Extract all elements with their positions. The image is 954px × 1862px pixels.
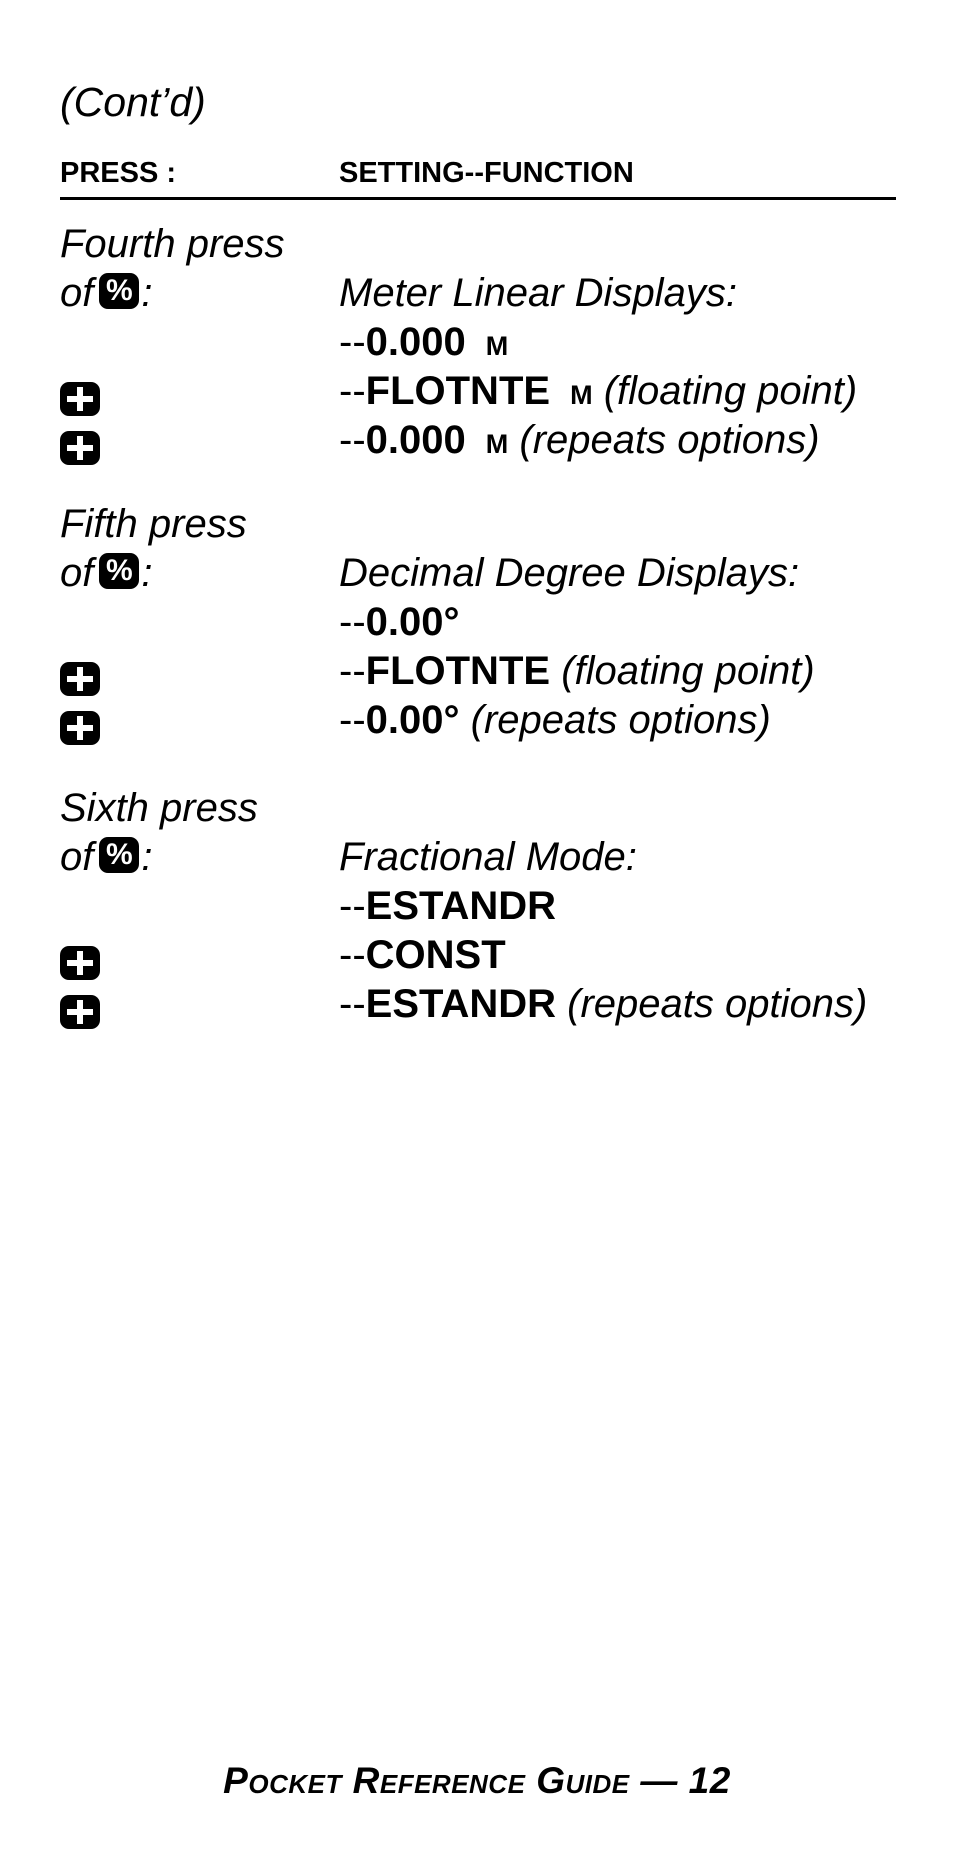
option-value: ESTANDR (365, 884, 557, 928)
plus-key-icon (60, 711, 100, 746)
option-note: (floating point) (561, 649, 815, 693)
unit-label: M (485, 429, 509, 459)
option-note: (floating point) (603, 369, 858, 413)
press-label: Fourth press (60, 222, 285, 266)
option-row: --ESTANDR (repeats options) (60, 980, 940, 1030)
plus-key-icon (60, 946, 100, 981)
option-note: (repeats options) (470, 698, 771, 742)
setting-title: Meter Linear Displays: (339, 271, 737, 315)
option-value: 0.00° (365, 698, 460, 742)
press-key-line: of%: (60, 271, 153, 315)
table-header: PRESS : SETTING--FUNCTION (60, 153, 896, 200)
percent-key-icon: % (99, 273, 140, 310)
option-value: FLOTNTE (365, 369, 551, 413)
continued-label: (Cont’d) (60, 79, 206, 125)
option-value: 0.000 (365, 418, 466, 462)
option-value: FLOTNTE (365, 649, 551, 693)
press-key-line: of%: (60, 835, 153, 879)
plus-key-icon (60, 995, 100, 1030)
option-row: --ESTANDR (339, 884, 557, 928)
press-label: Fifth press (60, 502, 247, 546)
unit-label: M (485, 331, 509, 361)
option-row: --0.00° (339, 600, 460, 644)
setting-title: Fractional Mode: (339, 835, 637, 879)
plus-key-icon (60, 431, 100, 466)
page-footer: Pocket Reference Guide — 12 (223, 1760, 731, 1801)
option-row: --FLOTNTE M (floating point) (60, 367, 940, 417)
percent-key-icon: % (99, 837, 140, 874)
option-value: 0.000 (365, 320, 466, 364)
option-row: --0.00° (repeats options) (60, 696, 940, 746)
unit-label: M (570, 380, 593, 410)
option-row: --CONST (60, 931, 940, 981)
press-label: Sixth press (60, 786, 258, 830)
option-value: CONST (365, 933, 506, 977)
manual-page: (Cont’d) PRESS : SETTING--FUNCTION Fourt… (0, 0, 954, 1862)
press-column-header: PRESS : (60, 157, 177, 189)
setting-column-header: SETTING--FUNCTION (339, 157, 634, 189)
option-note: (repeats options) (567, 982, 868, 1026)
plus-key-icon (60, 662, 100, 697)
option-row: --0.000 M (339, 320, 509, 364)
press-key-line: of%: (60, 551, 153, 595)
option-value: ESTANDR (365, 982, 557, 1026)
setting-title: Decimal Degree Displays: (339, 551, 800, 595)
option-row: --0.000 M (repeats options) (60, 416, 940, 466)
option-value: 0.00° (365, 600, 460, 644)
plus-key-icon (60, 382, 100, 417)
option-note: (repeats options) (519, 418, 820, 462)
option-row: --FLOTNTE (floating point) (60, 647, 940, 697)
percent-key-icon: % (99, 553, 140, 590)
